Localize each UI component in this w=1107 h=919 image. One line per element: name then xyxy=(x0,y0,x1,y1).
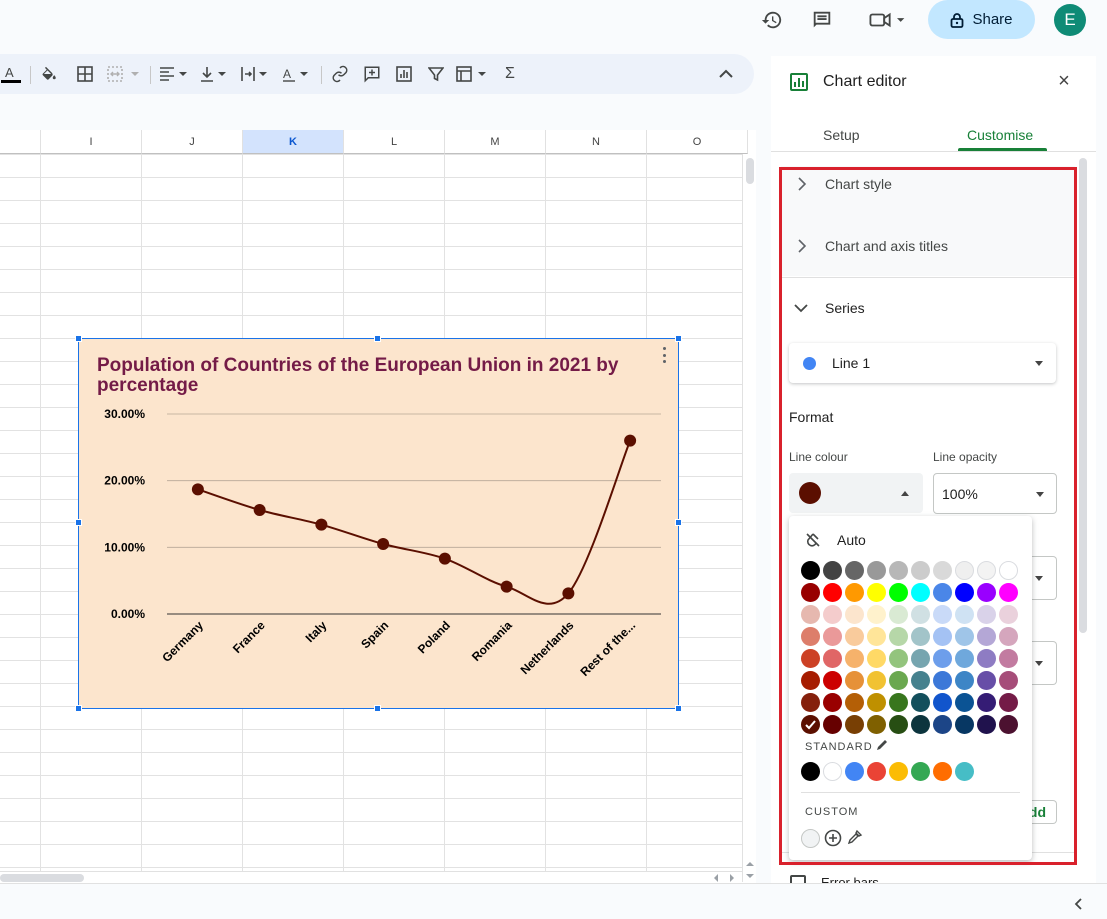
filter-icon[interactable] xyxy=(425,63,447,85)
resize-handle[interactable] xyxy=(75,519,82,526)
top-bar: Share E xyxy=(0,0,1107,46)
resize-handle[interactable] xyxy=(75,335,82,342)
lock-icon xyxy=(951,12,964,28)
column-header-i[interactable]: I xyxy=(41,130,142,154)
version-history-icon[interactable] xyxy=(759,8,785,32)
y-tick-label: 0.00% xyxy=(111,607,145,621)
grid-line xyxy=(40,154,41,874)
filter-views-icon[interactable] xyxy=(455,63,491,85)
meet-icon[interactable] xyxy=(864,8,908,32)
tab-setup[interactable]: Setup xyxy=(823,127,860,143)
fill-color-icon[interactable] xyxy=(38,63,60,85)
data-point[interactable] xyxy=(191,483,204,496)
tab-customise[interactable]: Customise xyxy=(967,127,1033,143)
column-header-o[interactable]: O xyxy=(647,130,748,154)
horizontal-align-icon[interactable] xyxy=(158,63,190,85)
collapse-toolbar-icon[interactable] xyxy=(716,63,736,85)
svg-text:A: A xyxy=(5,65,14,80)
panel-scrollbar[interactable] xyxy=(1079,158,1087,633)
text-wrapping-icon[interactable] xyxy=(240,63,272,85)
scroll-arrows-icon[interactable] xyxy=(746,860,754,880)
resize-handle[interactable] xyxy=(374,335,381,342)
y-tick-label: 30.00% xyxy=(104,407,145,421)
resize-handle[interactable] xyxy=(75,705,82,712)
link-icon[interactable] xyxy=(329,63,351,85)
borders-icon[interactable] xyxy=(74,63,96,85)
column-header-j[interactable]: J xyxy=(142,130,243,154)
y-tick-label: 20.00% xyxy=(104,474,145,488)
panel-title: Chart editor xyxy=(823,73,907,90)
data-point[interactable] xyxy=(315,518,328,531)
toolbar-divider xyxy=(30,66,31,84)
resize-handle[interactable] xyxy=(675,705,682,712)
text-color-icon[interactable]: A xyxy=(0,63,22,85)
chart-editor-icon xyxy=(790,73,808,91)
functions-icon[interactable]: Σ xyxy=(500,63,520,85)
column-header-m[interactable]: M xyxy=(445,130,546,154)
x-tick-label: Spain xyxy=(358,618,391,651)
resize-handle[interactable] xyxy=(675,519,682,526)
data-point[interactable] xyxy=(624,434,637,447)
insert-chart-icon[interactable] xyxy=(393,63,415,85)
toolbar: A A Σ xyxy=(0,54,754,94)
resize-handle[interactable] xyxy=(675,335,682,342)
column-header-l[interactable]: L xyxy=(344,130,445,154)
comments-icon[interactable] xyxy=(809,8,835,32)
toolbar-divider xyxy=(321,66,322,84)
merge-cells-icon[interactable] xyxy=(106,63,144,85)
horizontal-scrollbar[interactable] xyxy=(0,871,742,883)
insert-comment-icon[interactable] xyxy=(361,63,383,85)
line-chart[interactable]: Population of Countries of the European … xyxy=(78,338,679,709)
share-button[interactable]: Share xyxy=(928,0,1035,39)
horizontal-scroll-arrows-icon[interactable] xyxy=(712,874,736,882)
x-tick-label: Germany xyxy=(159,618,206,665)
text-rotation-icon[interactable]: A xyxy=(281,63,313,85)
data-point[interactable] xyxy=(438,552,451,565)
x-tick-label: Romania xyxy=(469,618,515,664)
bottom-bar xyxy=(0,883,1107,919)
y-tick-label: 10.00% xyxy=(104,540,145,554)
data-point[interactable] xyxy=(377,538,390,550)
resize-handle[interactable] xyxy=(374,705,381,712)
toolbar-divider xyxy=(150,66,151,84)
share-label: Share xyxy=(972,11,1013,28)
x-tick-label: Italy xyxy=(303,618,330,645)
avatar[interactable]: E xyxy=(1054,4,1086,36)
column-header-n[interactable]: N xyxy=(546,130,647,154)
data-point[interactable] xyxy=(253,504,266,516)
vertical-align-icon[interactable] xyxy=(199,63,231,85)
x-tick-label: Netherlands xyxy=(518,618,577,677)
data-point[interactable] xyxy=(562,587,575,600)
column-header-k[interactable]: K xyxy=(243,130,344,154)
error-bars-label: Error bars xyxy=(821,875,879,883)
vertical-scrollbar[interactable] xyxy=(742,154,756,882)
horizontal-scroll-thumb[interactable] xyxy=(0,874,84,882)
svg-text:A: A xyxy=(283,67,291,81)
x-tick-label: Poland xyxy=(415,618,453,656)
tabs-divider xyxy=(771,151,1096,152)
x-tick-label: France xyxy=(230,618,268,656)
data-point[interactable] xyxy=(500,580,513,593)
column-header-partial[interactable] xyxy=(0,130,41,154)
close-icon[interactable]: × xyxy=(1055,71,1073,91)
series-line[interactable] xyxy=(197,440,632,605)
x-tick-label: Rest of the... xyxy=(577,618,638,679)
vertical-scroll-thumb[interactable] xyxy=(746,158,754,184)
chart-plot: 0.00% 10.00% 20.00% 30.00% Germany France Ital… xyxy=(104,407,661,679)
chevron-left-icon[interactable] xyxy=(1073,898,1083,910)
annotation-highlight-box xyxy=(779,167,1077,865)
